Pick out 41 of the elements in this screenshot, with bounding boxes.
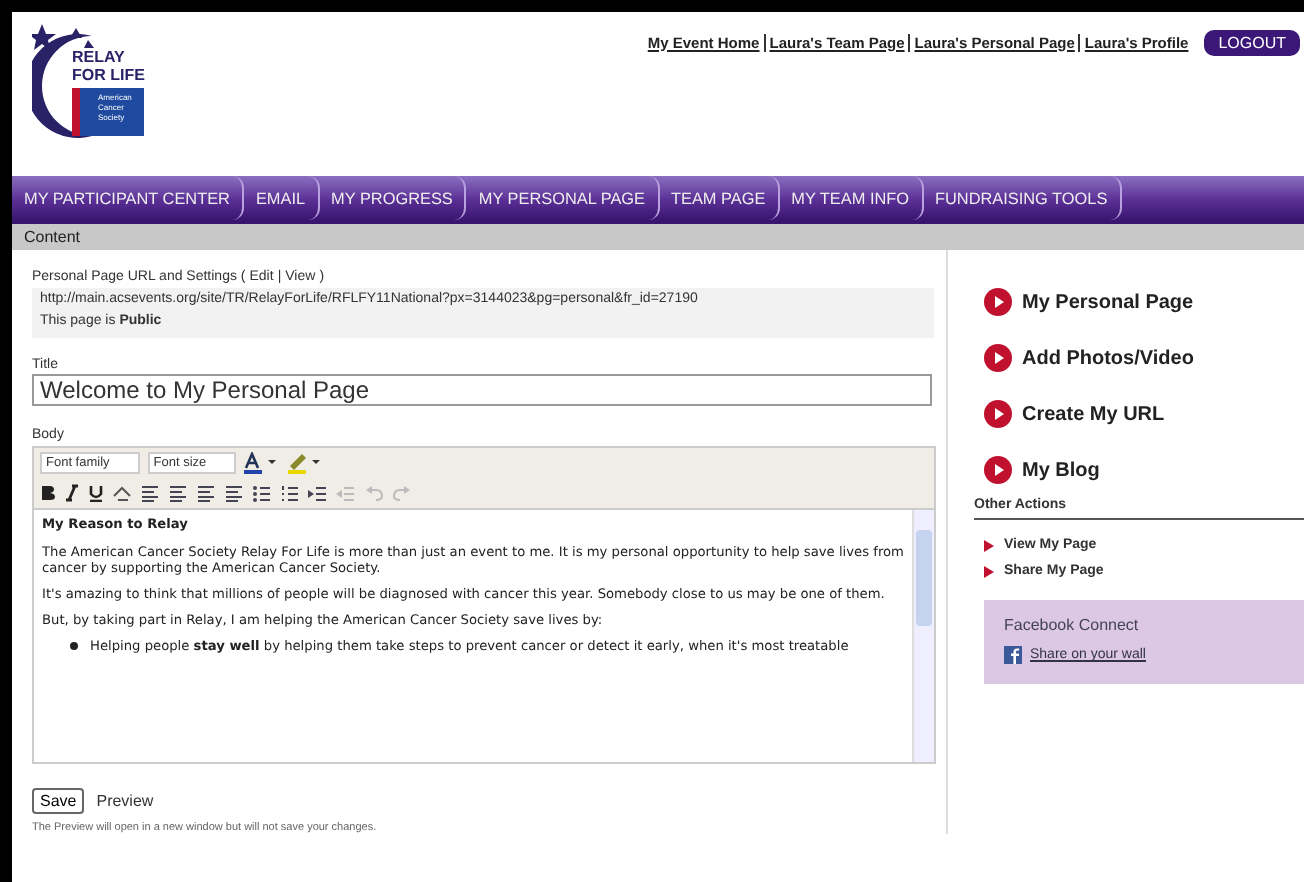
logo-text: FOR LIFE (72, 66, 145, 84)
numbered-list-icon[interactable] (280, 484, 300, 502)
align-icon[interactable] (140, 484, 160, 502)
logo-text: RELAY (72, 48, 127, 66)
indent-icon[interactable] (308, 484, 328, 502)
align-icon[interactable] (196, 484, 216, 502)
facebook-icon (1004, 646, 1022, 664)
bullet-icon (70, 642, 78, 650)
align-icon[interactable] (224, 484, 244, 502)
triangle-icon (984, 539, 994, 551)
triangle-icon (984, 565, 994, 577)
nav-tab[interactable]: MY PROGRESS (319, 176, 467, 220)
bold-icon[interactable] (40, 484, 56, 502)
preview-link[interactable]: Preview (96, 792, 154, 810)
text-color-icon[interactable] (244, 452, 281, 474)
highlight-color-icon[interactable] (288, 452, 325, 474)
logout-button[interactable]: LOGOUT (1204, 29, 1300, 55)
spellcheck-icon[interactable] (112, 484, 132, 502)
facebook-title: Facebook Connect (1004, 616, 1141, 634)
play-circle-icon (984, 288, 1012, 316)
sidebar-action-link[interactable]: Create My URL (984, 386, 1304, 442)
play-circle-icon (984, 400, 1012, 428)
save-button[interactable]: Save (32, 788, 85, 814)
italic-icon[interactable] (64, 484, 80, 502)
sidebar-action-link[interactable]: Add Photos/Video (984, 330, 1304, 386)
nav-tab[interactable]: MY PERSONAL PAGE (466, 176, 659, 220)
nav-tab[interactable]: FUNDRAISING TOOLS (923, 176, 1122, 220)
align-icon[interactable] (168, 484, 188, 502)
sidebar-action-link[interactable]: My Personal Page (984, 274, 1304, 330)
bullet-list-icon[interactable] (252, 484, 272, 502)
nav-tab[interactable]: TEAM PAGE (659, 176, 780, 220)
title-field[interactable]: Welcome to My Personal Page (32, 374, 932, 406)
play-circle-icon (984, 344, 1012, 372)
nav-tab[interactable]: MY TEAM INFO (779, 176, 924, 220)
play-circle-icon (984, 456, 1012, 484)
sidebar-action-link[interactable]: My Blog (984, 442, 1304, 498)
nav-tab[interactable]: EMAIL (243, 176, 320, 220)
nav-tab[interactable]: MY PARTICIPANT CENTER (12, 176, 244, 220)
scrollbar[interactable] (912, 510, 934, 762)
section-title: Content (24, 228, 81, 246)
underline-icon[interactable] (88, 484, 104, 502)
